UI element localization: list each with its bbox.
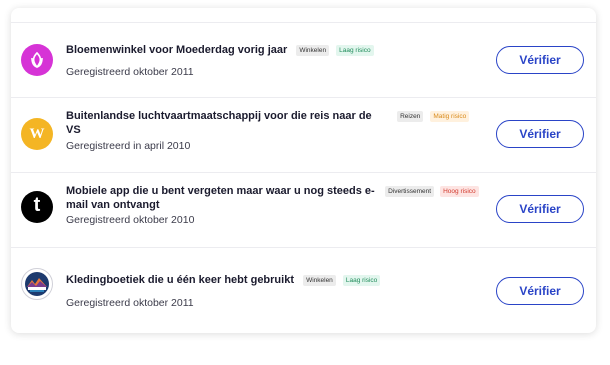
verify-button[interactable]: Vérifier <box>496 277 584 305</box>
registration-date: Geregistreerd oktober 2011 <box>66 66 194 78</box>
list-item: t Mobiele app die u bent vergeten maar w… <box>11 172 596 248</box>
account-title-row: Kledingboetiek die u één keer hebt gebru… <box>66 273 486 287</box>
w-logo-letter: W <box>29 125 45 142</box>
flower-icon <box>21 44 53 76</box>
risk-badge: Laag risico <box>336 44 374 56</box>
account-title: Buitenlandse luchtvaartmaatschappij voor… <box>66 110 372 136</box>
risk-badge: Laag risico <box>342 274 381 286</box>
registration-date: Geregistreerd in april 2010 <box>66 140 191 152</box>
patagonia-logo-icon <box>21 268 53 300</box>
risk-badge: Matig risico <box>430 111 470 122</box>
verify-button[interactable]: Vérifier <box>496 46 584 74</box>
t-logo-letter: t <box>33 194 41 216</box>
registration-date: Geregistreerd oktober 2010 <box>66 214 195 226</box>
account-title-row: Mobiele app die u bent vergeten maar waa… <box>66 184 491 212</box>
list-item: W Buitenlandse luchtvaartmaatschappij vo… <box>11 97 596 173</box>
account-title: Mobiele app die u bent vergeten maar waa… <box>66 185 375 211</box>
list-item: Bloemenwinkel voor Moederdag vorig jaar … <box>11 22 596 98</box>
verify-button[interactable]: Vérifier <box>496 195 584 223</box>
category-badge: Divertissement <box>385 186 435 197</box>
list-item: Kledingboetiek die u één keer hebt gebru… <box>11 247 596 333</box>
account-title-row: Bloemenwinkel voor Moederdag vorig jaar … <box>66 43 486 57</box>
category-badge: Reizen <box>397 111 424 122</box>
category-badge: Winkelen <box>303 274 336 286</box>
registration-date: Geregistreerd oktober 2011 <box>66 297 194 309</box>
risk-badge: Hoog risico <box>440 186 479 197</box>
account-title-row: Buitenlandse luchtvaartmaatschappij voor… <box>66 109 486 137</box>
verify-button[interactable]: Vérifier <box>496 120 584 148</box>
accounts-card: Bloemenwinkel voor Moederdag vorig jaar … <box>11 8 596 333</box>
account-title: Bloemenwinkel voor Moederdag vorig jaar <box>66 44 288 56</box>
w-logo-icon: W <box>21 118 53 150</box>
t-logo-icon: t <box>21 191 53 223</box>
category-badge: Winkelen <box>296 44 330 56</box>
account-title: Kledingboetiek die u één keer hebt gebru… <box>66 274 294 286</box>
